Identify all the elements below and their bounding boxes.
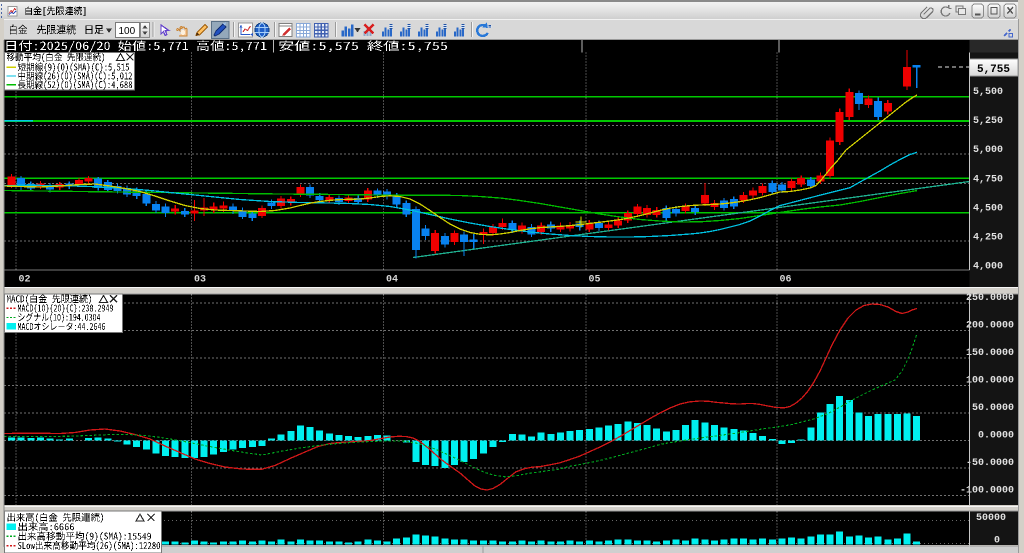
svg-text:50.0000: 50.0000 (972, 403, 1014, 414)
svg-text:5,000: 5,000 (973, 145, 1003, 156)
svg-text:150.0000: 150.0000 (966, 348, 1014, 359)
svg-text:5,755: 5,755 (977, 64, 1010, 76)
svg-text:-50.0000: -50.0000 (966, 458, 1014, 469)
svg-text:5,500: 5,500 (973, 87, 1003, 98)
svg-text:04: 04 (386, 275, 398, 286)
svg-text:02: 02 (19, 275, 31, 286)
svg-text:-100.0000: -100.0000 (960, 486, 1014, 497)
svg-text:03: 03 (194, 275, 206, 286)
svg-text:06: 06 (780, 275, 792, 286)
svg-text:05: 05 (589, 275, 601, 286)
svg-text:0.0000: 0.0000 (978, 431, 1014, 442)
svg-text:0: 0 (994, 535, 1000, 546)
svg-text:4,750: 4,750 (973, 174, 1003, 185)
svg-text:100.0000: 100.0000 (966, 376, 1014, 387)
svg-text:200.0000: 200.0000 (966, 321, 1014, 332)
svg-text:5,250: 5,250 (973, 116, 1003, 127)
svg-text:4,250: 4,250 (973, 233, 1003, 244)
svg-text:100: 100 (119, 26, 136, 37)
svg-text:250.0000: 250.0000 (966, 293, 1014, 304)
svg-text:50000: 50000 (976, 513, 1006, 524)
svg-text:4,500: 4,500 (973, 203, 1003, 214)
